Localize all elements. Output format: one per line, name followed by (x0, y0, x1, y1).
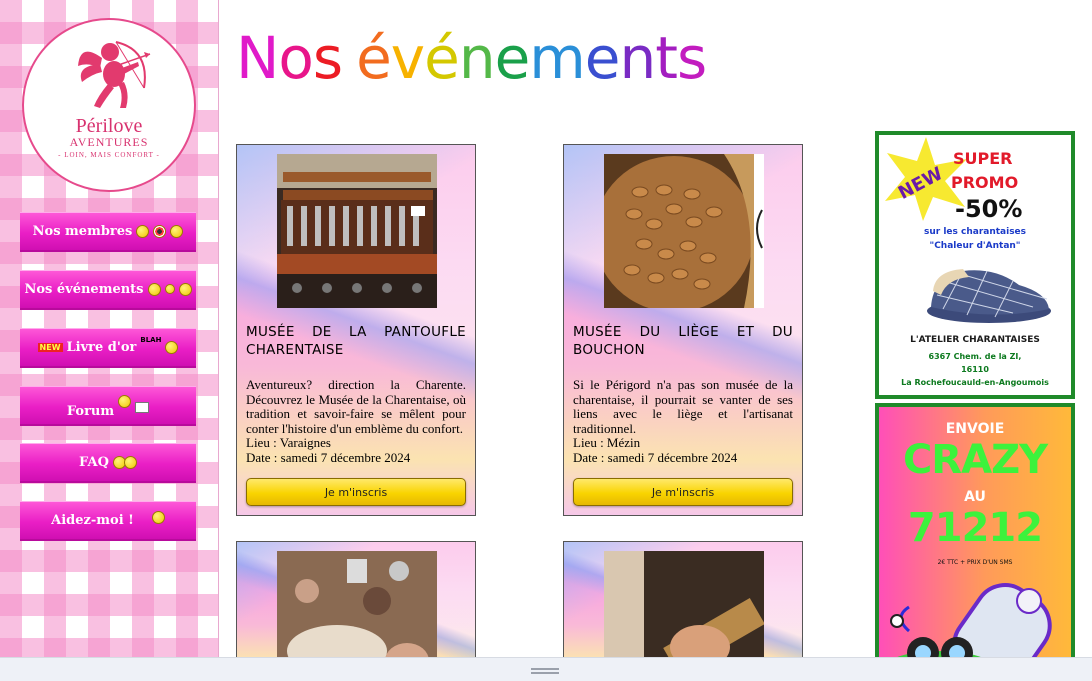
nav-label: Nos membres (32, 223, 133, 239)
title-letter: m (529, 24, 585, 92)
event-location: Lieu : Mézin (573, 435, 641, 450)
event-description: Aventureux? direction la Charente. Décou… (246, 377, 466, 465)
title-letter: s (676, 24, 707, 92)
event-title: MUSÉE DE LA PANTOUFLE CHARENTAISE (246, 324, 466, 358)
crazy-number: 71212 (907, 505, 1043, 551)
nav-label: FAQ (79, 454, 109, 470)
event-date: Date : samedi 7 décembre 2024 (573, 449, 738, 465)
site-logo[interactable]: Périlove AVENTURES - LOIN, MAIS CONFORT … (22, 18, 196, 192)
new-badge: NEW (37, 342, 63, 352)
smiley-icon (151, 510, 165, 524)
sms-ad[interactable]: ENVOIE CRAZY AU 71212 2€ TTC + PRIX D'UN… (875, 403, 1075, 681)
logo-tagline: - LOIN, MAIS CONFORT - (58, 151, 160, 159)
event-location: Lieu : Varaignes (246, 435, 331, 450)
bottom-resize-bar (0, 657, 1092, 681)
event-description-text: Si le Périgord n'a pas son musée de la c… (573, 377, 793, 436)
smiley-icon (118, 394, 132, 408)
shop-addr3: La Rochefoucauld-en-Angoumois (901, 378, 1049, 387)
crazy-line1: ENVOIE (945, 421, 1005, 437)
promo-desc1: sur les charantaises (923, 227, 1027, 237)
promo-line2: PROMO (951, 173, 1019, 192)
eye-icon (153, 224, 167, 238)
blah-label: BLAH (140, 336, 162, 344)
title-letter: o (278, 24, 313, 92)
promo-discount: -50% (955, 195, 1023, 223)
signup-button[interactable]: Je m'inscris (246, 478, 466, 506)
event-image (277, 154, 437, 308)
promo-line1: SUPER (953, 149, 1013, 168)
smiley-icon (178, 282, 192, 296)
nav-label: Aidez-moi ! (51, 512, 134, 528)
nav-label: Livre d'or (66, 339, 137, 355)
shop-addr1: 6367 Chem. de la ZI, (928, 352, 1022, 361)
event-description-text: Aventureux? direction la Charente. Décou… (246, 377, 466, 436)
title-letter: e (584, 24, 621, 92)
event-title: MUSÉE DU LIÈGE ET DU BOUCHON (573, 324, 793, 358)
nav-livre-dor[interactable]: NEW Livre d'or BLAH (20, 328, 196, 368)
promo-desc2: "Chaleur d'Antan" (929, 241, 1021, 251)
crazy-fine-print: 2€ TTC + PRIX D'UN SMS (937, 559, 1013, 566)
nav-nos-evenements[interactable]: Nos événements (20, 270, 196, 310)
logo-name: Périlove (75, 115, 143, 137)
event-card: MUSÉE DU LIÈGE ET DU BOUCHON Si le Périg… (563, 144, 803, 516)
nav-forum[interactable]: Forum (20, 386, 196, 426)
crazy-line2: CRAZY (902, 437, 1048, 483)
sidebar: Périlove AVENTURES - LOIN, MAIS CONFORT … (0, 0, 219, 681)
nav-faq[interactable]: FAQ (20, 443, 196, 483)
resize-handle-icon[interactable] (531, 668, 559, 674)
title-letter: é (356, 24, 392, 92)
event-description: Si le Périgord n'a pas son musée de la c… (573, 377, 793, 465)
smiley-icon (164, 284, 175, 294)
nav-nos-membres[interactable]: Nos membres (20, 212, 196, 252)
title-letter: v (390, 24, 425, 92)
title-letter: N (236, 24, 279, 92)
title-letter: n (619, 24, 656, 92)
title-letter: e (494, 24, 531, 92)
title-letter: s (312, 24, 343, 92)
nav-label: Forum (66, 403, 115, 419)
cupid-icon (78, 41, 151, 108)
smiley-icon (165, 340, 179, 354)
title-letter: t (655, 24, 678, 92)
nav-aidez-moi[interactable]: Aidez-moi ! (20, 501, 196, 541)
nav-label: Nos événements (24, 281, 144, 297)
shop-addr2: 16110 (961, 365, 989, 374)
signup-button[interactable]: Je m'inscris (573, 478, 793, 506)
computer-icon (135, 401, 150, 413)
event-image (604, 154, 764, 308)
slipper-image (927, 269, 1051, 323)
smiley-icon (136, 224, 150, 238)
logo-subtitle: AVENTURES (69, 135, 149, 149)
promo-ad[interactable]: NEW SUPER PROMO -50% sur les charantaise… (875, 131, 1075, 399)
event-card: MUSÉE DE LA PANTOUFLE CHARENTAISE Aventu… (236, 144, 476, 516)
crazy-line3: AU (964, 489, 986, 505)
title-letter: é (424, 24, 460, 92)
page-title: Nos événements (236, 22, 707, 94)
title-letter: n (458, 24, 496, 92)
event-date: Date : samedi 7 décembre 2024 (246, 449, 411, 465)
smiley-icon (170, 224, 184, 238)
shop-name: L'ATELIER CHARANTAISES (910, 335, 1040, 345)
smiley-icon (123, 455, 137, 469)
smiley-icon (147, 282, 161, 296)
